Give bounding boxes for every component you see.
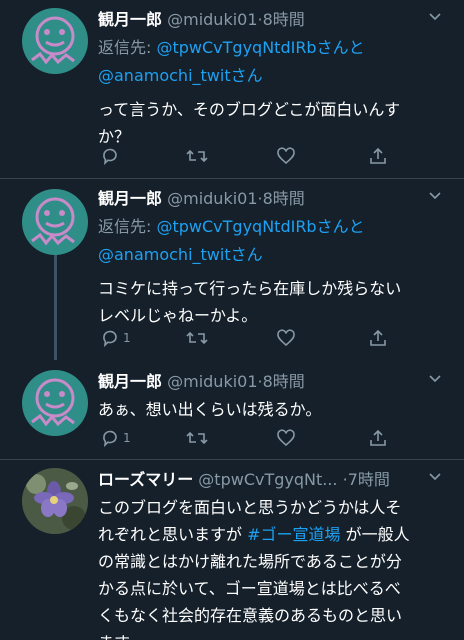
user-handle[interactable]: @miduki01 <box>167 10 257 29</box>
tweet-actions: 1 <box>98 426 398 450</box>
tweet-time[interactable]: ·7時間 <box>343 470 390 489</box>
reply-prefix: 返信先: <box>98 217 157 236</box>
chevron-down-icon[interactable] <box>428 466 442 494</box>
display-name[interactable]: 観月一郎 <box>98 10 162 29</box>
tweet-actions <box>98 144 398 168</box>
like-button[interactable] <box>276 426 296 450</box>
retweet-icon <box>186 331 208 345</box>
tweet-text: って言うか、そのブログどこが面白いんす か？ <box>98 96 448 150</box>
tweet-time[interactable]: ·8時間 <box>258 372 305 391</box>
mention-link[interactable]: @tpwCvTgyqNtdIRb <box>156 38 316 57</box>
share-icon <box>370 147 386 164</box>
mention-link[interactable]: @anamochi_twit <box>98 66 231 85</box>
reply-icon <box>103 430 117 448</box>
tweet-text: このブログを面白いと思うかどうかは人そ れぞれと思いますが #ゴー宣道場 が一般… <box>98 494 448 640</box>
mention-link[interactable]: @tpwCvTgyqNtdIRb <box>156 217 316 236</box>
mascot-avatar-icon <box>31 378 75 427</box>
tweet[interactable]: 観月一郎 @miduki01·8時間 返信先: @tpwCvTgyqNtdIRb… <box>0 179 464 368</box>
share-icon <box>370 429 386 446</box>
flower-photo-avatar-icon <box>22 468 88 534</box>
tweet-text: コミケに持って行ったら在庫しか残らない レベルじゃねーかよ。 <box>98 275 448 329</box>
avatar[interactable] <box>22 8 88 74</box>
avatar[interactable] <box>22 189 88 255</box>
avatar[interactable] <box>22 370 88 436</box>
like-icon <box>277 429 295 447</box>
retweet-button[interactable] <box>186 426 208 450</box>
tweet[interactable]: ローズマリー @tpwCvTgyqNt... ·7時間 このブログを面白いと思う… <box>0 460 464 640</box>
like-button[interactable] <box>276 144 296 168</box>
user-handle[interactable]: @miduki01 <box>167 189 257 208</box>
share-button[interactable] <box>368 326 388 350</box>
tweet-text: あぁ、想い出くらいは残るか。 <box>98 396 448 423</box>
timeline: 観月一郎 @miduki01·8時間 返信先: @tpwCvTgyqNtdIRb… <box>0 0 464 640</box>
tweet-time[interactable]: ·8時間 <box>258 10 305 29</box>
tweet-text-fragment: が一般人 <box>340 525 410 544</box>
like-button[interactable] <box>276 326 296 350</box>
like-icon <box>277 147 295 165</box>
user-handle[interactable]: @tpwCvTgyqNt... <box>198 470 337 489</box>
display-name[interactable]: 観月一郎 <box>98 189 162 208</box>
display-name[interactable]: 観月一郎 <box>98 372 162 391</box>
tweet-text-fragment: れぞれと思いますが <box>98 525 248 544</box>
retweet-button[interactable] <box>186 144 208 168</box>
reply-and: さんと <box>316 217 365 236</box>
tweet-text-line: くもなく社会的存在意義のあるものと思い <box>98 606 403 625</box>
tweet-text-line: あぁ、想い出くらいは残るか。 <box>98 400 322 419</box>
tweet-text-line: このブログを面白いと思うかどうかは人そ <box>98 498 402 517</box>
reply-prefix: 返信先: <box>98 38 157 57</box>
reply-icon <box>103 148 117 166</box>
mention-link[interactable]: @anamochi_twit <box>98 245 231 264</box>
tweet-text-line: レベルじゃねーかよ。 <box>98 306 258 325</box>
reply-button[interactable]: 1 <box>100 326 131 350</box>
tweet-text-line: ます。 <box>98 629 448 640</box>
tweet-text-line: の常識とはかけ離れた場所であることが分 <box>98 552 402 571</box>
tweet-text-line: れぞれと思いますが #ゴー宣道場 が一般人 <box>98 521 448 548</box>
display-name[interactable]: ローズマリー <box>98 470 193 489</box>
reply-icon <box>103 330 117 348</box>
reply-count: 1 <box>123 431 131 445</box>
reply-suffix: さん <box>230 245 263 264</box>
retweet-button[interactable] <box>186 326 208 350</box>
tweet[interactable]: 観月一郎 @miduki01·8時間 あぁ、想い出くらいは残るか。 1 <box>0 368 464 459</box>
mascot-avatar-icon <box>31 16 75 65</box>
like-icon <box>277 329 295 347</box>
mascot-avatar-icon <box>31 197 75 246</box>
tweet-time[interactable]: ·8時間 <box>258 189 305 208</box>
tweet-text-line: コミケに持って行ったら在庫しか残らない <box>98 279 402 298</box>
reply-button[interactable] <box>100 144 120 168</box>
share-icon <box>370 329 386 346</box>
tweet-text-line: って言うか、そのブログどこが面白いんす <box>98 100 401 119</box>
reply-button[interactable]: 1 <box>100 426 131 450</box>
chevron-down-icon[interactable] <box>428 185 442 213</box>
tweet-text-line: かる点に於いて、ゴー宣道場とは比べるべ <box>98 579 401 598</box>
user-handle[interactable]: @miduki01 <box>167 372 257 391</box>
reply-context: 返信先: @tpwCvTgyqNtdIRbさんと @anamochi_twitさ… <box>98 213 448 269</box>
hashtag-link[interactable]: #ゴー宣道場 <box>247 525 340 544</box>
chevron-down-icon[interactable] <box>428 6 442 34</box>
reply-count: 1 <box>123 331 131 345</box>
reply-suffix: さん <box>230 66 263 85</box>
thread-line <box>54 255 57 360</box>
reply-and: さんと <box>316 38 365 57</box>
avatar[interactable] <box>22 468 88 534</box>
retweet-icon <box>186 149 208 163</box>
share-button[interactable] <box>368 426 388 450</box>
tweet[interactable]: 観月一郎 @miduki01·8時間 返信先: @tpwCvTgyqNtdIRb… <box>0 0 464 178</box>
reply-context: 返信先: @tpwCvTgyqNtdIRbさんと @anamochi_twitさ… <box>98 34 448 90</box>
retweet-icon <box>186 431 208 445</box>
chevron-down-icon[interactable] <box>428 368 442 396</box>
tweet-actions: 1 <box>98 326 398 350</box>
share-button[interactable] <box>368 144 388 168</box>
